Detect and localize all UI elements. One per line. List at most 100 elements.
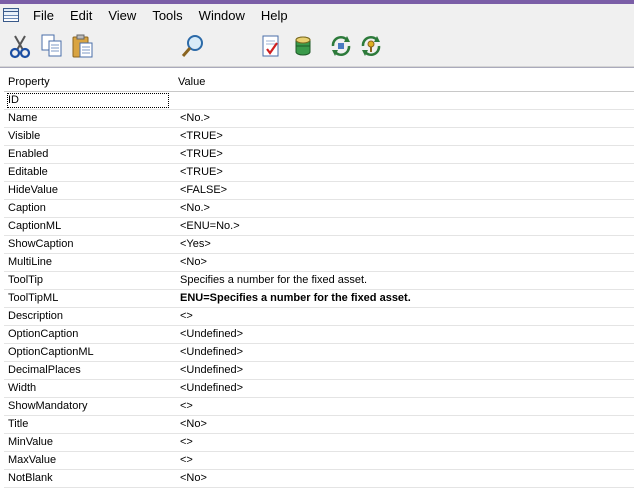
property-value[interactable]: <>: [174, 452, 634, 469]
table-row[interactable]: MultiLine <No>: [4, 254, 634, 272]
table-row[interactable]: Width <Undefined>: [4, 380, 634, 398]
property-value[interactable]: <No>: [174, 416, 634, 433]
table-row[interactable]: MaxValue <>: [4, 452, 634, 470]
property-value[interactable]: <Undefined>: [174, 362, 634, 379]
property-name[interactable]: Title: [4, 416, 174, 433]
property-name[interactable]: ToolTip: [4, 272, 174, 289]
property-value[interactable]: <Yes>: [174, 236, 634, 253]
property-name[interactable]: Description: [4, 308, 174, 325]
table-row[interactable]: Name <No.>: [4, 110, 634, 128]
paste-icon: [72, 34, 93, 58]
menu-help[interactable]: Help: [253, 8, 296, 23]
property-name[interactable]: Width: [4, 380, 174, 397]
table-row[interactable]: ShowMandatory <>: [4, 398, 634, 416]
property-value[interactable]: <Undefined>: [174, 344, 634, 361]
property-value[interactable]: <No>: [174, 470, 634, 487]
property-label: ShowCaption: [8, 238, 74, 250]
menu-edit[interactable]: Edit: [62, 8, 100, 23]
cut-icon: [9, 35, 31, 59]
property-label: ShowMandatory: [8, 400, 88, 412]
property-name[interactable]: Caption: [4, 200, 174, 217]
property-value[interactable]: <No>: [174, 254, 634, 271]
table-row[interactable]: DecimalPlaces <Undefined>: [4, 362, 634, 380]
property-name[interactable]: MultiLine: [4, 254, 174, 271]
table-row[interactable]: MinValue <>: [4, 434, 634, 452]
table-row[interactable]: NotBlank <No>: [4, 470, 634, 488]
property-value[interactable]: <ENU=No.>: [174, 218, 634, 235]
table-row[interactable]: CaptionML <ENU=No.>: [4, 218, 634, 236]
paste-button[interactable]: [70, 32, 96, 60]
property-label: Name: [8, 112, 38, 124]
property-label: CaptionML: [8, 220, 62, 232]
table-row[interactable]: ShowCaption <Yes>: [4, 236, 634, 254]
property-value[interactable]: <No.>: [174, 200, 634, 217]
header-value[interactable]: Value: [174, 74, 634, 91]
property-value[interactable]: <TRUE>: [174, 128, 634, 145]
table-row[interactable]: Enabled <TRUE>: [4, 146, 634, 164]
property-value[interactable]: <Undefined>: [174, 326, 634, 343]
property-value[interactable]: <FALSE>: [174, 182, 634, 199]
property-name[interactable]: Enabled: [4, 146, 174, 163]
property-value[interactable]: ENU=Specifies a number for the fixed ass…: [174, 290, 634, 307]
property-name[interactable]: OptionCaptionML: [4, 344, 174, 361]
property-name[interactable]: MinValue: [4, 434, 174, 451]
property-name[interactable]: NotBlank: [4, 470, 174, 487]
table-row[interactable]: OptionCaptionML <Undefined>: [4, 344, 634, 362]
property-name[interactable]: Visible: [4, 128, 174, 145]
property-label: ToolTip: [8, 274, 44, 286]
find-button[interactable]: [180, 32, 206, 60]
property-name[interactable]: OptionCaption: [4, 326, 174, 343]
key-refresh-button[interactable]: [358, 32, 384, 60]
property-value[interactable]: <TRUE>: [174, 146, 634, 163]
refresh-button[interactable]: [328, 32, 354, 60]
property-value[interactable]: <No.>: [174, 110, 634, 127]
table-row[interactable]: ID: [4, 92, 634, 110]
property-label: Enabled: [8, 148, 49, 160]
property-name[interactable]: ShowCaption: [4, 236, 174, 253]
property-name[interactable]: DecimalPlaces: [4, 362, 174, 379]
database-icon: [295, 36, 311, 56]
checklist-icon: [262, 35, 279, 57]
property-value[interactable]: <>: [174, 434, 634, 451]
menu-view[interactable]: View: [100, 8, 144, 23]
property-name[interactable]: ToolTipML: [4, 290, 174, 307]
property-label: Title: [8, 418, 29, 430]
database-button[interactable]: [290, 32, 316, 60]
property-label: ToolTipML: [8, 292, 59, 304]
property-value[interactable]: <TRUE>: [174, 164, 634, 181]
table-row[interactable]: ToolTipML ENU=Specifies a number for the …: [4, 290, 634, 308]
property-value[interactable]: [174, 92, 634, 109]
property-value[interactable]: <Undefined>: [174, 380, 634, 397]
property-value[interactable]: <>: [174, 398, 634, 415]
property-label: HideValue: [8, 184, 58, 196]
table-row[interactable]: Caption <No.>: [4, 200, 634, 218]
app-window-icon[interactable]: [3, 8, 19, 22]
property-name[interactable]: CaptionML: [4, 218, 174, 235]
property-value[interactable]: <>: [174, 308, 634, 325]
property-name[interactable]: ID: [4, 92, 174, 109]
property-name[interactable]: Editable: [4, 164, 174, 181]
menu-file[interactable]: File: [25, 8, 62, 23]
table-row[interactable]: Visible <TRUE>: [4, 128, 634, 146]
property-label: NotBlank: [8, 472, 53, 484]
copy-button[interactable]: [39, 32, 65, 60]
property-name[interactable]: Name: [4, 110, 174, 127]
menu-window[interactable]: Window: [191, 8, 253, 23]
table-row[interactable]: Description <>: [4, 308, 634, 326]
table-row[interactable]: OptionCaption <Undefined>: [4, 326, 634, 344]
checklist-button[interactable]: [258, 32, 284, 60]
cut-button[interactable]: [7, 32, 33, 60]
property-label: Caption: [8, 202, 46, 214]
table-row[interactable]: Editable <TRUE>: [4, 164, 634, 182]
property-label: ID: [7, 93, 169, 108]
property-name[interactable]: ShowMandatory: [4, 398, 174, 415]
property-label: MinValue: [8, 436, 54, 448]
property-name[interactable]: MaxValue: [4, 452, 174, 469]
property-name[interactable]: HideValue: [4, 182, 174, 199]
table-row[interactable]: HideValue <FALSE>: [4, 182, 634, 200]
header-property[interactable]: Property: [4, 74, 174, 91]
menu-tools[interactable]: Tools: [144, 8, 190, 23]
table-row[interactable]: Title <No>: [4, 416, 634, 434]
table-row[interactable]: ToolTip Specifies a number for the fixed …: [4, 272, 634, 290]
property-value[interactable]: Specifies a number for the fixed asset.: [174, 272, 634, 289]
